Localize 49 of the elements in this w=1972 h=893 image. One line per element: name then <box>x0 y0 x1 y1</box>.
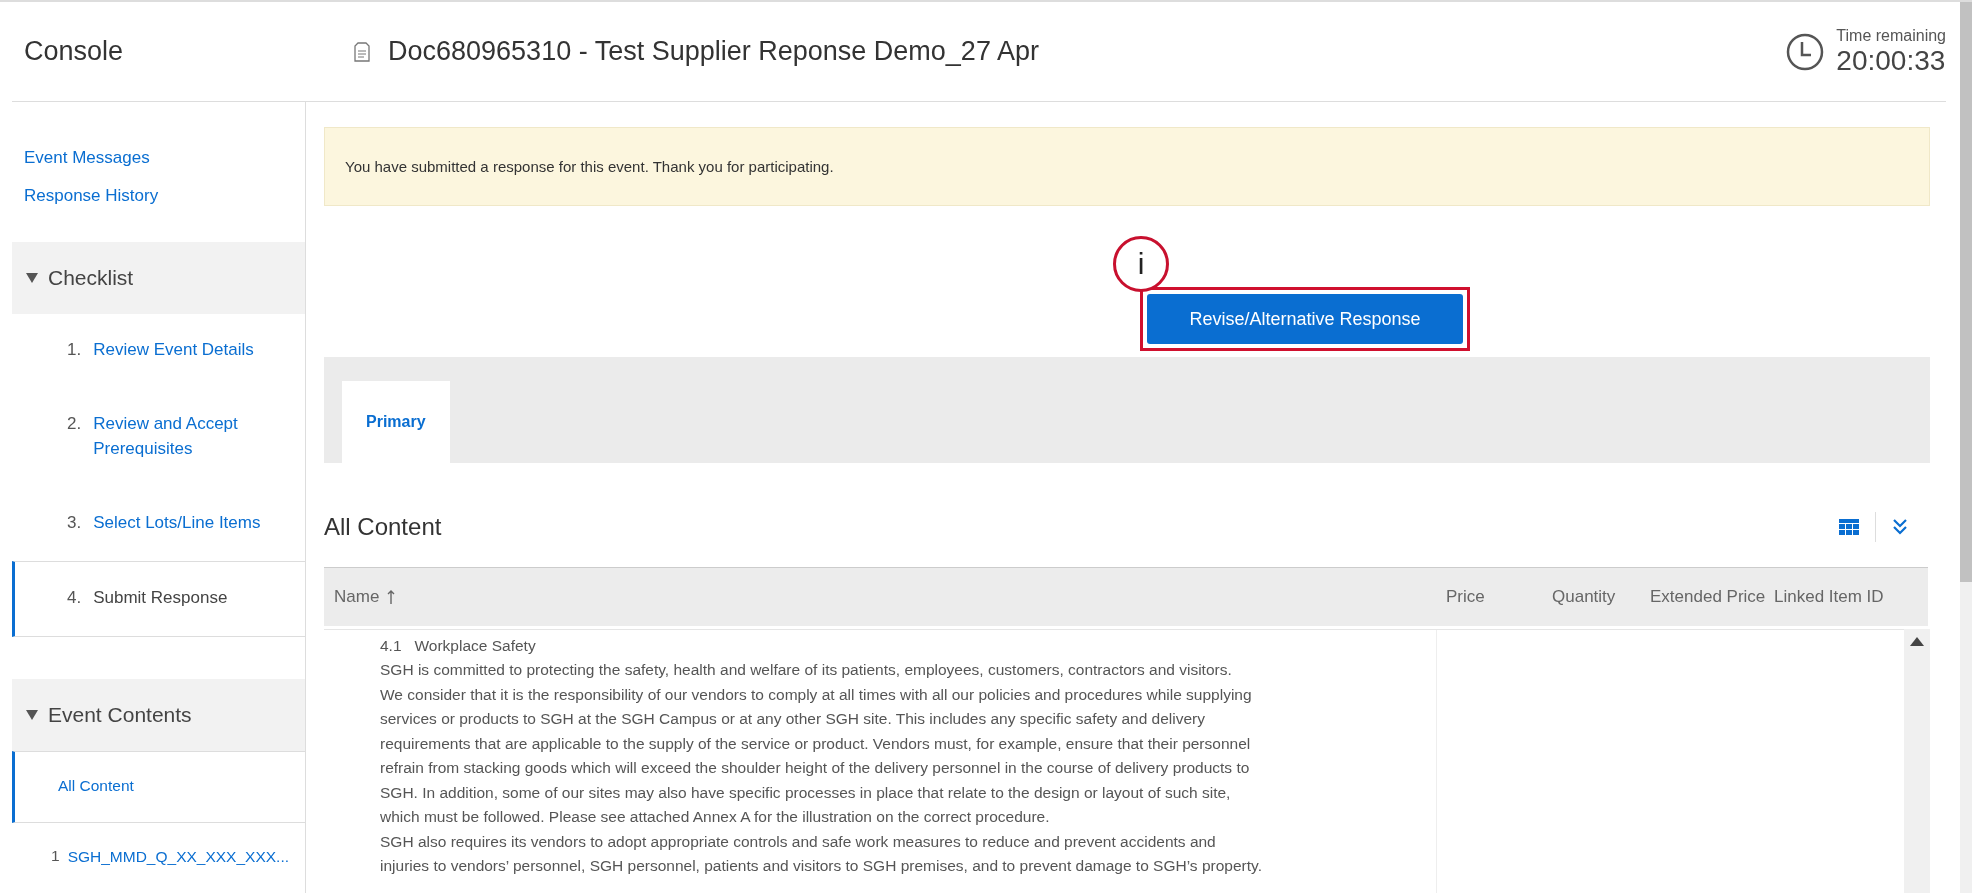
column-header[interactable]: Extended Price <box>1642 587 1770 607</box>
item-number: 4. <box>67 588 82 608</box>
clock-icon <box>1786 32 1825 71</box>
page-scrollbar[interactable] <box>1960 2 1972 893</box>
revise-response-button[interactable]: Revise/Alternative Response <box>1147 294 1463 344</box>
document-title: Doc680965310 - Test Supplier Reponse Demo_27 Apr <box>388 36 1039 67</box>
timer-label: Time remaining <box>1836 26 1946 45</box>
item-number: 3. <box>67 513 82 533</box>
tab[interactable]: Primary <box>342 381 450 463</box>
caret-icon <box>26 710 38 720</box>
sidebar-link[interactable]: Response History <box>24 186 305 206</box>
item-number: 1. <box>67 340 82 360</box>
sort-arrow-icon <box>387 590 396 604</box>
scrollbar[interactable] <box>1904 629 1930 893</box>
document-icon <box>354 41 370 62</box>
column-header[interactable]: Price <box>1434 587 1546 607</box>
double-chevron-down-icon[interactable] <box>1892 518 1908 536</box>
sidebar-item[interactable]: All Content <box>12 751 305 823</box>
item-label: SGH_MMD_Q_XX_XXX_XXX... <box>67 847 289 867</box>
column-header[interactable]: Linked Item ID <box>1770 587 1884 607</box>
item-description: SGH is committed to protecting the safety, health and welfare of its patients, employees, customers, contractors and visitors. We consider that it is the responsibility of our vendors to comply at all times with all our policies and procedures while supplying services or products to SGH at the SGH Campus or at any other SGH site. This includes any specific safety and delivery requirements that are applicable to the supply of the service or product. Vendors must, for example, ensure that their personnel refrain from stacking goods which will exceed the shoulder height of the delivery personnel in the course of delivery products to SGH. In addition, some of our sites may also have specific processes in place that relate to the design or layout of such site, which must be followed. Please see attached Annex A for the illustration on the correct procedure. SGH also requires its vendors to adopt appropriate controls and safe work measures to reduce and prevent accidents and injuries to vendors’ personnel, SGH personnel, patients and visitors to SGH premises, and to prevent damage to SGH’s property. <box>380 660 1263 876</box>
sidebar-item[interactable]: 2. Review and Accept Prerequisites <box>12 388 305 487</box>
section-title: Event Contents <box>48 703 192 727</box>
item-number: 1 <box>51 847 60 865</box>
annotation-marker: i <box>1113 236 1169 292</box>
sidebar-link[interactable]: Event Messages <box>24 148 305 168</box>
section-header[interactable]: Checklist <box>12 242 305 314</box>
item-label: All Content <box>57 776 134 796</box>
table-icon[interactable] <box>1839 519 1859 535</box>
item-number: 2. <box>67 414 82 434</box>
item-heading: 4.1 Workplace Safety <box>380 636 537 656</box>
item-label: Select Lots/Line Items <box>93 512 261 534</box>
item-label: Review and Accept Prerequisites <box>93 413 239 460</box>
item-label: Review Event Details <box>93 339 254 361</box>
section-header[interactable]: Event Contents <box>12 679 305 751</box>
item-label: Submit Response <box>93 587 228 609</box>
sidebar-item[interactable]: 3. Select Lots/Line Items <box>12 487 305 561</box>
scroll-up-icon[interactable] <box>1910 637 1924 646</box>
caret-icon <box>26 273 38 283</box>
info-banner: You have submitted a response for this event. Thank you for participating. <box>324 127 1930 206</box>
section-title: Checklist <box>48 266 134 290</box>
console-title: Console <box>24 36 124 66</box>
sidebar-item[interactable]: 1. Review Event Details <box>12 314 305 388</box>
sidebar-item[interactable]: 4. Submit Response <box>12 561 305 637</box>
sidebar-item[interactable]: 1 SGH_MMD_Q_XX_XXX_XXX... <box>12 823 305 893</box>
column-header[interactable]: Quantity <box>1546 587 1642 607</box>
section-heading: All Content <box>324 513 442 541</box>
column-header[interactable]: Name <box>324 587 1434 607</box>
timer-value: 20:00:33 <box>1836 44 1946 77</box>
